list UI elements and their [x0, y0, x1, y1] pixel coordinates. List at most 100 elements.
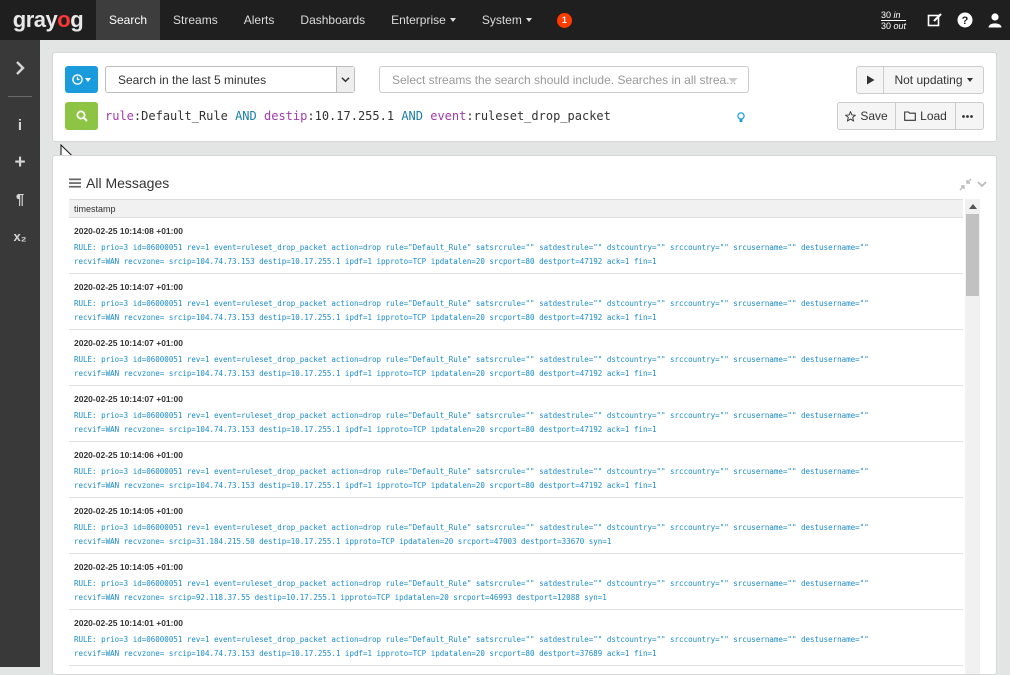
- drag-handle-icon[interactable]: [69, 178, 81, 188]
- play-icon: [866, 75, 874, 85]
- streams-placeholder: Select streams the search should include…: [392, 73, 737, 87]
- message-text-line2: recvif=WAN recvzone= srcip=104.74.73.153…: [74, 480, 657, 490]
- message-row[interactable]: 2020-02-25 10:14:06 +01:00 RULE: prio=3 …: [69, 442, 963, 498]
- nav-search-label: Search: [109, 13, 148, 27]
- message-row[interactable]: 2020-02-25 10:14:07 +01:00 RULE: prio=3 …: [69, 274, 963, 330]
- query-operator: AND: [235, 109, 257, 123]
- play-refresh-button[interactable]: [856, 66, 884, 94]
- message-text-line2: recvif=WAN recvzone= srcip=31.184.215.50…: [74, 536, 612, 546]
- message-text-line1: RULE: prio=3 id=06000051 rev=1 event=rul…: [74, 299, 869, 308]
- widget-controls: [959, 178, 988, 191]
- chevron-down-icon[interactable]: [976, 178, 988, 191]
- message-row[interactable]: 2020-02-25 10:14:08 +01:00 RULE: prio=3 …: [69, 218, 963, 274]
- notification-badge[interactable]: 1: [556, 12, 572, 28]
- nav-alerts[interactable]: Alerts: [231, 0, 288, 40]
- message-timestamp: 2020-02-25 10:14:06 +01:00: [74, 450, 183, 460]
- search-icon: [76, 110, 88, 122]
- ellipsis-icon: [962, 114, 973, 118]
- refresh-interval-dropdown[interactable]: Not updating: [883, 66, 984, 94]
- throughput-indicator[interactable]: 30 in 30 out: [880, 9, 906, 31]
- help-icon[interactable]: ?: [950, 0, 980, 40]
- left-sidebar: i + ¶ x₂: [0, 40, 40, 667]
- message-timestamp: 2020-02-25 10:14:07 +01:00: [74, 338, 183, 348]
- query-field: destip: [264, 109, 308, 123]
- scroll-up-arrow-icon[interactable]: [965, 199, 980, 214]
- nav-system[interactable]: System: [469, 0, 545, 40]
- sidebar-item-decorators[interactable]: x₂: [0, 218, 40, 255]
- search-submit-button[interactable]: [65, 102, 98, 130]
- nav-streams-label: Streams: [173, 13, 218, 27]
- query-colon: :: [466, 109, 474, 123]
- more-actions-button[interactable]: [955, 102, 984, 130]
- message-timestamp: 2020-02-25 10:14:01 +01:00: [74, 618, 183, 628]
- time-range-value: Search in the last 5 minutes: [118, 73, 267, 87]
- streams-filter-select[interactable]: Select streams the search should include…: [379, 66, 749, 93]
- nav-enterprise-label: Enterprise: [391, 13, 446, 27]
- graylog-logo[interactable]: gray o g: [0, 0, 96, 40]
- sidebar-item-info[interactable]: i: [0, 107, 40, 144]
- message-list-scrollbar[interactable]: [965, 199, 980, 674]
- nav-alerts-label: Alerts: [243, 13, 275, 27]
- star-icon: [845, 110, 857, 122]
- query-colon: :: [307, 109, 315, 123]
- lightbulb-icon[interactable]: [737, 110, 745, 128]
- message-text-line1: RULE: prio=3 id=06000051 rev=1 event=rul…: [74, 635, 869, 644]
- user-icon[interactable]: [980, 0, 1010, 40]
- message-row[interactable]: 2020-02-25 10:14:07 +01:00 RULE: prio=3 …: [69, 330, 963, 386]
- search-query-input[interactable]: rule:Default_Rule AND destip:10.17.255.1…: [105, 109, 611, 123]
- message-text-line1: RULE: prio=3 id=06000051 rev=1 event=rul…: [74, 579, 869, 588]
- scratchpad-icon[interactable]: [920, 0, 950, 40]
- message-timestamp: 2020-02-25 10:14:05 +01:00: [74, 562, 183, 572]
- sidebar-item-fields[interactable]: ¶: [0, 181, 40, 218]
- message-row[interactable]: 2020-02-25 10:14:07 +01:00 RULE: prio=3 …: [69, 386, 963, 442]
- logo-text-start: gray: [12, 7, 58, 32]
- nav-dashboards-label: Dashboards: [300, 13, 366, 27]
- column-header-label: timestamp: [74, 204, 116, 214]
- message-text-line2: recvif=WAN recvzone= srcip=92.118.37.55 …: [74, 592, 607, 602]
- query-field: event: [430, 109, 467, 123]
- save-search-button[interactable]: Save: [837, 102, 896, 130]
- info-icon: i: [17, 117, 23, 134]
- query-value: Default_Rule: [141, 109, 228, 123]
- search-bar-panel: Search in the last 5 minutes Select stre…: [52, 52, 997, 142]
- nav-streams[interactable]: Streams: [160, 0, 231, 40]
- chevron-right-icon: [16, 61, 25, 75]
- subscript-icon: x₂: [13, 229, 27, 244]
- svg-text:?: ?: [962, 15, 969, 27]
- nav-search[interactable]: Search: [96, 0, 161, 40]
- nav-enterprise[interactable]: Enterprise: [378, 0, 469, 40]
- message-timestamp: 2020-02-25 10:14:07 +01:00: [74, 282, 183, 292]
- message-list: 2020-02-25 10:14:08 +01:00 RULE: prio=3 …: [69, 218, 963, 666]
- scrollbar-thumb[interactable]: [966, 214, 979, 296]
- column-header-timestamp[interactable]: timestamp: [69, 199, 963, 218]
- widget-header[interactable]: All Messages: [69, 175, 169, 191]
- clock-icon: [72, 74, 83, 85]
- paragraph-icon: ¶: [15, 191, 25, 208]
- load-search-button[interactable]: Load: [895, 102, 956, 130]
- query-value: ruleset_drop_packet: [473, 109, 611, 123]
- all-messages-widget: All Messages timestamp 2020-02-25 10:14:…: [52, 155, 997, 675]
- message-text-line2: recvif=WAN recvzone= srcip=104.74.73.153…: [74, 648, 657, 658]
- query-field: rule: [105, 109, 134, 123]
- message-timestamp: 2020-02-25 10:14:07 +01:00: [74, 394, 183, 404]
- message-text-line2: recvif=WAN recvzone= srcip=104.74.73.153…: [74, 256, 657, 266]
- message-text-line2: recvif=WAN recvzone= srcip=104.74.73.153…: [74, 312, 657, 322]
- save-label: Save: [860, 109, 888, 123]
- message-row[interactable]: 2020-02-25 10:14:05 +01:00 RULE: prio=3 …: [69, 554, 963, 610]
- sidebar-item-add[interactable]: +: [0, 144, 40, 181]
- time-range-type-button[interactable]: [65, 66, 98, 93]
- nav-dashboards[interactable]: Dashboards: [287, 0, 378, 40]
- sidebar-expand-button[interactable]: [0, 40, 40, 96]
- throughput-out-value: 30: [880, 20, 891, 31]
- logo-text-o: o: [57, 7, 71, 32]
- logo-text-end: g: [70, 7, 84, 32]
- message-text-line1: RULE: prio=3 id=06000051 rev=1 event=rul…: [74, 411, 869, 420]
- message-text-line2: recvif=WAN recvzone= srcip=104.74.73.153…: [74, 424, 657, 434]
- throughput-out-unit: out: [893, 20, 906, 31]
- message-row[interactable]: 2020-02-25 10:14:05 +01:00 RULE: prio=3 …: [69, 498, 963, 554]
- compress-icon[interactable]: [959, 178, 972, 191]
- sidebar-divider: [8, 96, 32, 97]
- message-row[interactable]: 2020-02-25 10:14:01 +01:00 RULE: prio=3 …: [69, 610, 963, 666]
- time-range-select[interactable]: Search in the last 5 minutes: [105, 66, 355, 93]
- throughput-in-value: 30: [880, 9, 891, 20]
